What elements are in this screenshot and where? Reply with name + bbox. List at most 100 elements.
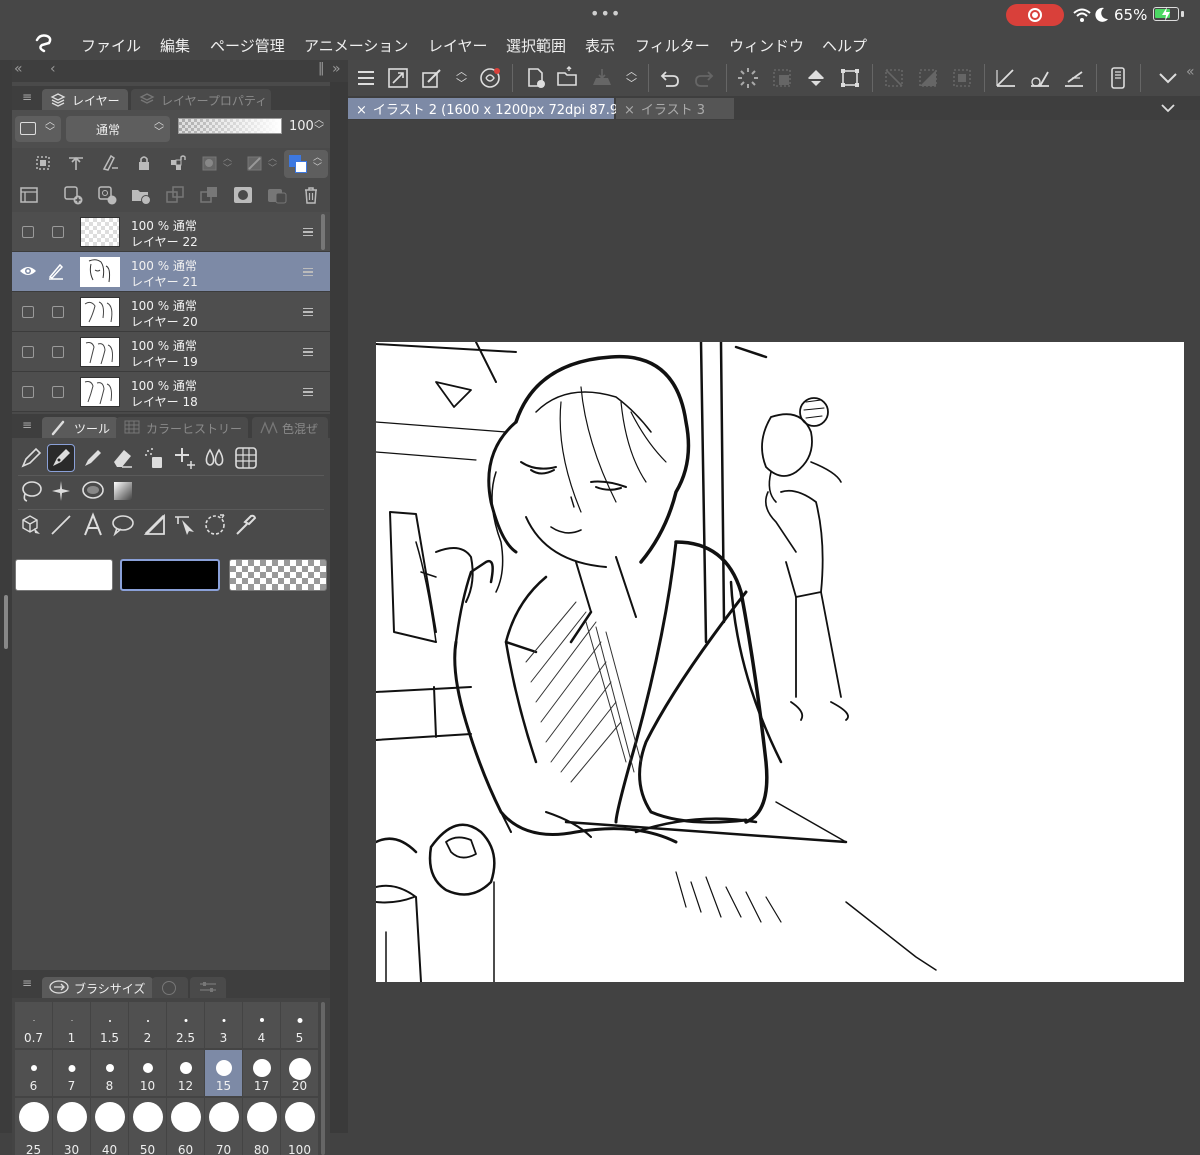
brush-size-cell[interactable]: 100 [281, 1098, 318, 1155]
fill-selection-icon[interactable] [804, 66, 828, 90]
main-color-swatch[interactable] [15, 559, 113, 591]
updown-icon[interactable]: ︿ ﹀ [223, 154, 232, 174]
clear-icon[interactable] [770, 66, 794, 90]
open-file-icon[interactable] [556, 66, 580, 90]
drag-handle-icon[interactable] [303, 228, 313, 236]
lasso-tool-icon[interactable] [18, 478, 44, 504]
layer-row[interactable]: 100 % 通常 レイヤー 19 [12, 332, 330, 372]
reference-layer-icon[interactable] [65, 152, 87, 174]
brush-size-cell[interactable]: 5 [281, 1002, 318, 1048]
sub-color-swatch[interactable] [120, 559, 220, 591]
tab-layer[interactable]: レイヤー [42, 89, 128, 110]
edit-toggle[interactable] [52, 226, 64, 238]
menu-filter[interactable]: フィルター [635, 35, 710, 56]
loading-icon[interactable] [736, 66, 760, 90]
brush-size-cell[interactable]: 25 [15, 1098, 52, 1155]
layer-panel-menu-icon[interactable] [18, 184, 40, 206]
menu-animation[interactable]: アニメーション [304, 35, 408, 56]
fill-tool-icon[interactable] [80, 478, 106, 504]
layer-list-scrollbar[interactable] [321, 214, 325, 250]
brush-size-cell[interactable]: 17 [243, 1050, 280, 1096]
menu-selection[interactable]: 選択範囲 [506, 35, 566, 56]
frame-border-tool-icon[interactable] [233, 445, 259, 471]
delete-layer-icon[interactable] [300, 184, 322, 206]
drag-handle-icon[interactable] [303, 268, 313, 276]
ruler-toggle-icon[interactable] [245, 152, 267, 174]
screen-record-indicator[interactable] [1006, 4, 1064, 26]
tab-tool[interactable]: ツール [42, 417, 119, 438]
updown-icon[interactable]: ︿ ﹀ [626, 66, 637, 90]
clip-layer-icon[interactable] [32, 152, 54, 174]
brush-size-cell[interactable]: 7 [53, 1050, 90, 1096]
pen-tool-icon[interactable] [18, 445, 44, 471]
brush-size-cell[interactable]: 4 [243, 1002, 280, 1048]
opacity-value[interactable]: 100 [289, 119, 314, 134]
deselect-icon[interactable] [882, 66, 906, 90]
brush-size-cell[interactable]: 0.7 [15, 1002, 52, 1048]
invert-selection-icon[interactable] [916, 66, 940, 90]
text-tool-icon[interactable] [80, 512, 106, 538]
brush-size-cell[interactable]: 12 [167, 1050, 204, 1096]
snap-grid-icon[interactable] [1062, 66, 1086, 90]
layer-row[interactable]: 100 % 通常 レイヤー 18 [12, 372, 330, 412]
device-settings-icon[interactable] [1106, 66, 1130, 90]
redo-icon[interactable] [692, 66, 716, 90]
mask-icon[interactable] [200, 152, 222, 174]
blend-tool-icon[interactable] [202, 445, 228, 471]
brush-size-cell[interactable]: 80 [243, 1098, 280, 1155]
eraser-tool-icon[interactable] [110, 445, 136, 471]
transparent-color-swatch[interactable] [229, 559, 327, 591]
opacity-slider[interactable] [178, 118, 282, 134]
menu-edit[interactable]: 編集 [160, 35, 190, 56]
brush-grid-scrollbar[interactable] [321, 1002, 325, 1155]
pen-icon[interactable] [47, 262, 65, 280]
menu-window[interactable]: ウィンドウ [729, 35, 804, 56]
chevron-down-icon[interactable] [1160, 101, 1176, 115]
transform-icon[interactable] [838, 66, 862, 90]
multitask-dots[interactable]: ••• [590, 4, 621, 23]
undo-icon[interactable] [658, 66, 682, 90]
panel-divider[interactable] [330, 82, 348, 1133]
line-tool-icon[interactable] [48, 512, 74, 538]
select-all-icon[interactable] [950, 66, 974, 90]
chevron-left-icon[interactable]: ‹ [50, 61, 56, 77]
tab-layer-property[interactable]: レイヤープロパティ [131, 89, 271, 110]
menu-file[interactable]: ファイル [81, 35, 141, 56]
draft-layer-icon[interactable] [99, 152, 121, 174]
tab-document-illust2[interactable]: × イラスト 2 (1600 x 1200px 72dpi 87.9%) [348, 98, 636, 119]
pencil-tool-icon[interactable] [80, 445, 106, 471]
ruler-show-icon[interactable] [994, 66, 1018, 90]
new-raster-layer-icon[interactable] [62, 184, 84, 206]
layer-row[interactable]: 100 % 通常 レイヤー 22 [12, 212, 330, 252]
tab-brush-preset[interactable] [152, 977, 188, 998]
companion-icon[interactable] [478, 66, 502, 90]
expression-color-select[interactable]: ︿ ﹀ [15, 116, 61, 142]
object-tool-icon[interactable] [18, 512, 44, 538]
brush-size-cell[interactable]: 2 [129, 1002, 166, 1048]
panel-menu-icon[interactable]: ≡ [22, 418, 32, 432]
brush-size-cell[interactable]: 60 [167, 1098, 204, 1155]
left-edge-handle[interactable] [4, 595, 8, 649]
drag-handle-icon[interactable] [303, 348, 313, 356]
new-vector-layer-icon[interactable] [96, 184, 118, 206]
fit-screen-icon[interactable] [386, 66, 410, 90]
brush-size-cell[interactable]: 3 [205, 1002, 242, 1048]
quick-access-icon[interactable] [420, 66, 444, 90]
blend-mode-select[interactable]: 通常 ︿ ﹀ [66, 116, 170, 142]
transform-tool-icon[interactable] [202, 512, 228, 538]
collapse-right-panel-icon[interactable]: « [1186, 64, 1195, 80]
snap-ruler-icon[interactable] [1028, 66, 1052, 90]
layer-row[interactable]: 100 % 通常 レイヤー 20 [12, 292, 330, 332]
brush-size-cell[interactable]: 2.5 [167, 1002, 204, 1048]
merge-layer-icon[interactable] [198, 184, 220, 206]
drag-handle-icon[interactable] [303, 308, 313, 316]
menu-icon[interactable] [354, 66, 378, 90]
ink-pen-tool-icon[interactable] [47, 444, 75, 472]
apply-mask-icon[interactable] [266, 184, 288, 206]
tab-color-history[interactable]: カラーヒストリー [116, 417, 248, 438]
brush-size-cell[interactable]: 30 [53, 1098, 90, 1155]
drawing-canvas[interactable] [374, 340, 1184, 983]
visibility-toggle[interactable] [22, 306, 34, 318]
edit-toggle[interactable] [52, 346, 64, 358]
app-logo-icon[interactable] [32, 32, 56, 56]
